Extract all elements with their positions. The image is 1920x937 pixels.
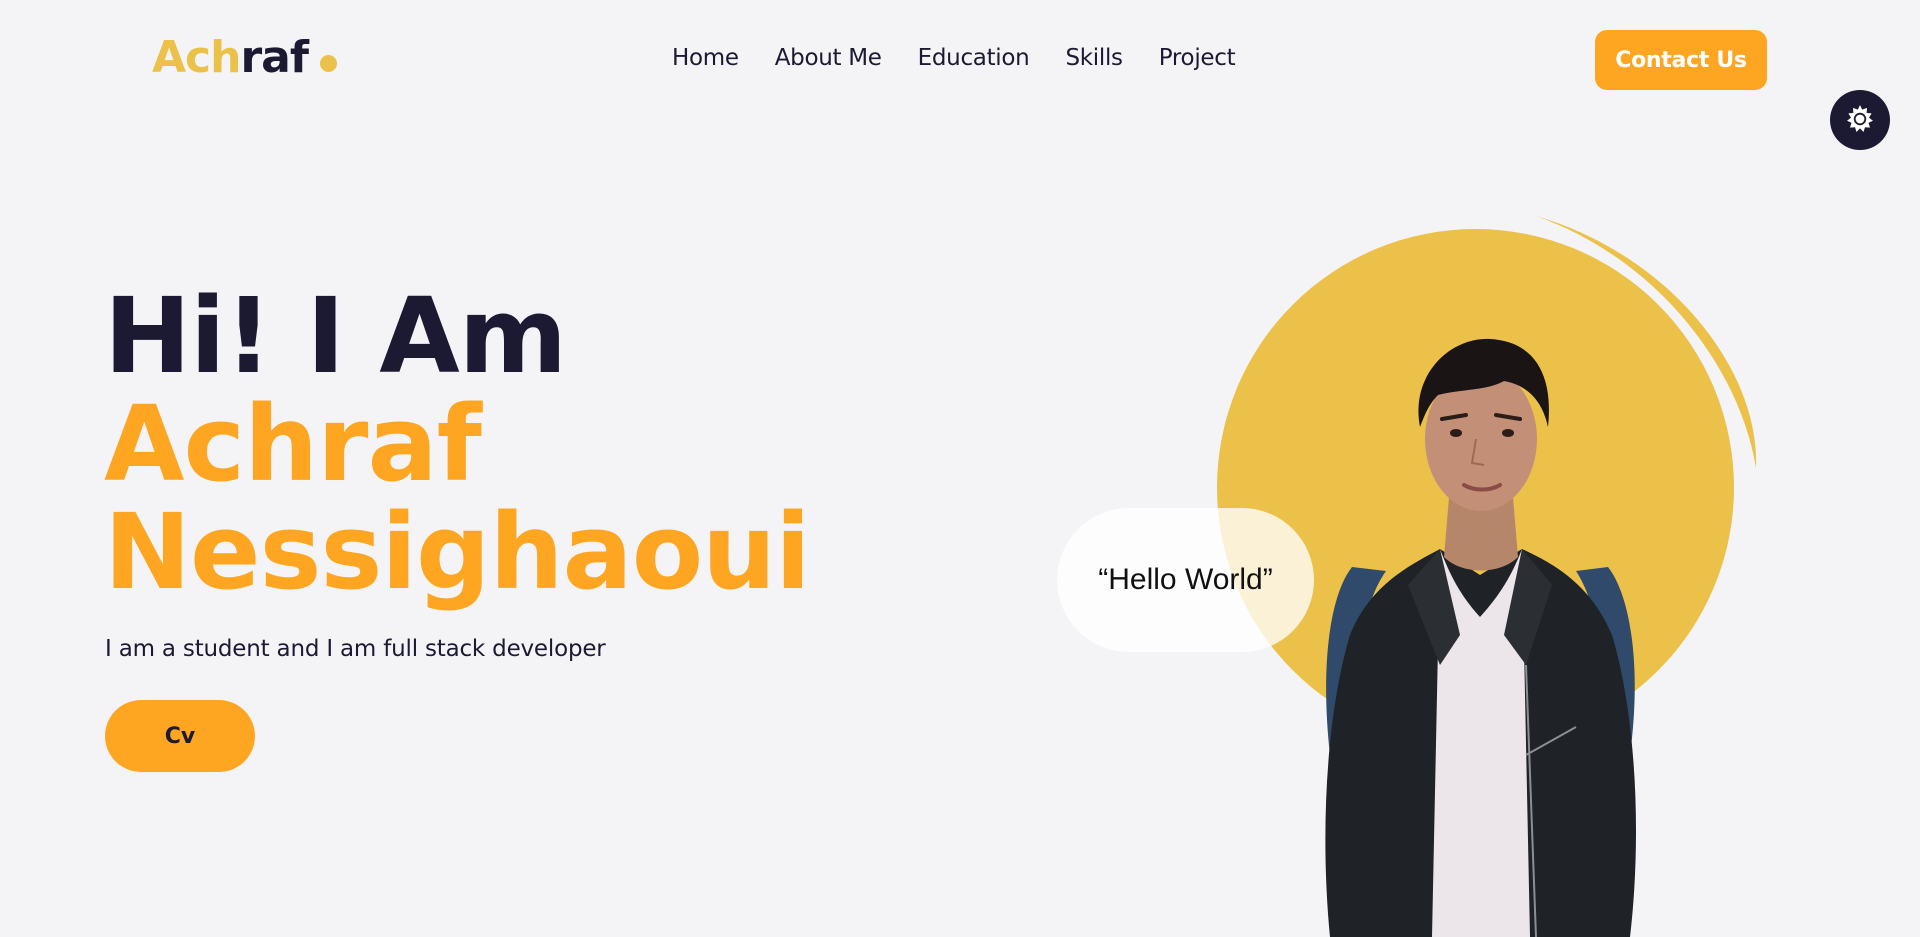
- logo-dot: [320, 55, 338, 72]
- nav-skills[interactable]: Skills: [1065, 45, 1123, 71]
- bubble-text: “Hello World”: [1098, 563, 1273, 596]
- nav-education[interactable]: Education: [918, 45, 1030, 71]
- hero-last-name: Nessighaoui: [104, 491, 811, 613]
- logo-dark-text: raf: [240, 32, 309, 83]
- hero-first-name: Achraf: [104, 383, 482, 505]
- cv-button[interactable]: Cv: [105, 700, 255, 772]
- hero-tagline: I am a student and I am full stack devel…: [105, 636, 606, 662]
- theme-toggle-button[interactable]: [1830, 90, 1890, 150]
- nav-about-me[interactable]: About Me: [775, 45, 882, 71]
- hero-greeting: Hi! I Am: [104, 275, 567, 397]
- logo-accent-text: Ach: [152, 32, 241, 83]
- hello-world-bubble: “Hello World”: [1057, 508, 1314, 652]
- sun-icon: [1844, 103, 1876, 138]
- profile-photo: [1325, 338, 1636, 937]
- contact-us-button[interactable]: Contact Us: [1595, 30, 1767, 90]
- logo[interactable]: Ach raf: [152, 32, 338, 83]
- nav-home[interactable]: Home: [672, 45, 739, 71]
- nav-project[interactable]: Project: [1159, 45, 1236, 71]
- main-nav: Home About Me Education Skills Project: [672, 45, 1236, 71]
